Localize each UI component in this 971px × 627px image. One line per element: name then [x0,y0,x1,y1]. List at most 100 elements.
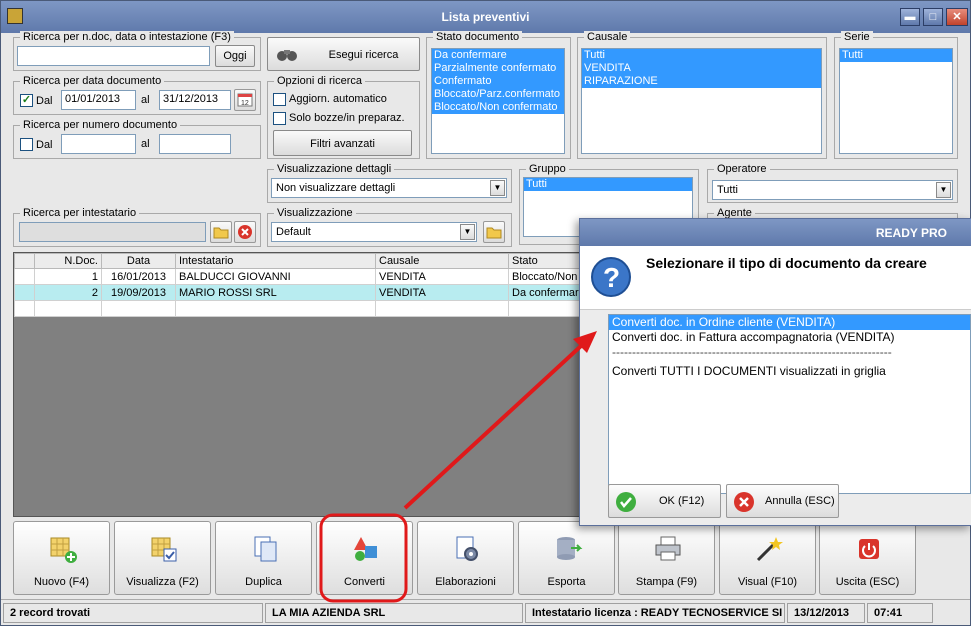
date-from-input[interactable]: 01/01/2013 [61,90,136,110]
visual-button[interactable]: Visual (F10) [719,521,816,595]
svg-text:?: ? [603,262,620,293]
empty-cell [175,300,376,317]
export-button[interactable]: Esporta [518,521,615,595]
status-date: 13/12/2013 [787,603,865,623]
exit-button-label: Uscita (ESC) [835,576,900,588]
database-export-icon [557,537,583,560]
number-from-checkbox[interactable] [20,138,33,151]
cell-stato: Bloccato/Non c [508,268,590,285]
cell-date: 19/09/2013 [101,284,176,301]
new-button-label: Nuovo (F4) [33,576,90,588]
list-item[interactable]: Tutti [524,178,692,191]
number-to-input[interactable] [159,134,231,154]
view-select[interactable]: Default ▼ [271,222,477,242]
cell-ndoc: 1 [34,268,102,285]
today-button[interactable]: Oggi [215,45,255,67]
list-item[interactable]: Tutti [840,49,952,62]
new-button[interactable]: Nuovo (F4) [13,521,110,595]
search-button[interactable]: Esegui ricerca [267,37,420,71]
convert-button[interactable]: Converti [316,521,413,595]
dialog-header: ? Selezionare il tipo di documento da cr… [580,246,971,310]
folder-icon [486,227,502,239]
col-header-intestatario[interactable]: Intestatario [175,253,376,269]
serie-list[interactable]: Tutti [839,48,953,154]
operatore-select[interactable]: Tutti ▼ [712,180,953,200]
maximize-button[interactable]: □ [923,8,943,26]
text-search-input[interactable] [17,46,210,66]
col-header-causale[interactable]: Causale [375,253,509,269]
documents-table: N.Doc. Data Intestatario Causale Stato 1… [14,253,590,317]
duplicate-button[interactable]: Duplica [215,521,312,595]
grid-corner [14,253,35,269]
list-item[interactable]: Bloccato/Non confermato [432,101,564,114]
status-bar: 2 record trovati LA MIA AZIENDA SRL Inte… [1,599,970,625]
cell-date: 16/01/2013 [101,268,176,285]
gear-icon [456,536,478,561]
empty-cell [14,300,35,317]
table-row[interactable]: 2 19/09/2013 MARIO ROSSI SRL VENDITA Da … [14,284,590,301]
table-row[interactable]: 1 16/01/2013 BALDUCCI GIOVANNI VENDITA B… [14,268,590,285]
power-icon [859,539,879,559]
table-row-empty[interactable] [14,300,590,317]
svg-text:12: 12 [241,100,249,107]
intestatario-browse-button[interactable] [210,221,232,243]
main-window: Lista preventivi ▬ □ ✕ Ricerca per n.doc… [0,0,971,626]
view-document-icon [151,537,177,562]
date-from-checkbox[interactable]: ✓ [20,94,33,107]
col-header-ndoc[interactable]: N.Doc. [34,253,102,269]
list-item[interactable]: Da confermare [432,49,564,62]
causale-list[interactable]: Tutti VENDITA RIPARAZIONE [581,48,822,154]
row-indicator [14,268,35,285]
minimize-button[interactable]: ▬ [900,8,920,26]
details-select[interactable]: Non visualizzare dettagli ▼ [271,178,507,198]
text-search-label: Ricerca per n.doc, data o intestazione (… [20,31,234,43]
view-button[interactable]: Visualizza (F2) [114,521,211,595]
cell-causale: VENDITA [375,268,509,285]
intestatario-input[interactable] [19,222,206,242]
col-header-stato[interactable]: Stato [508,253,590,269]
list-item[interactable]: Bloccato/Parz.confermato [432,88,564,101]
status-time: 07:41 [867,603,933,623]
view-folder-button[interactable] [483,221,505,243]
number-from-input[interactable] [61,134,136,154]
auto-update-checkbox[interactable] [273,93,286,106]
operatore-label: Operatore [714,163,770,175]
advanced-filters-button[interactable]: Filtri avanzati [273,130,412,156]
convert-shapes-icon [354,537,377,561]
bottom-toolbar: Nuovo (F4) Visualizza (F2) Duplica Conve… [13,521,953,595]
gruppo-label: Gruppo [526,163,569,175]
status-list[interactable]: Da confermare Parzialmente confermato Conf… [431,48,565,154]
export-button-label: Esporta [547,576,586,588]
cancel-button[interactable]: Annulla (ESC) [726,484,839,518]
close-button[interactable]: ✕ [946,8,968,26]
ok-button[interactable]: OK (F12) [608,484,721,518]
list-item[interactable]: Tutti [582,49,821,62]
list-item[interactable]: RIPARAZIONE [582,75,821,88]
status-license: Intestatario licenza : READY TECNOSERVIC… [525,603,785,623]
list-item[interactable]: VENDITA [582,62,821,75]
document-type-list[interactable]: Converti doc. in Ordine cliente (VENDITA… [608,314,971,494]
list-item[interactable]: Parzialmente confermato [432,62,564,75]
list-item[interactable]: Converti doc. in Fattura accompagnatoria… [609,330,970,345]
drafts-only-checkbox[interactable] [273,112,286,125]
calendar-button[interactable]: 12 [234,89,256,111]
list-item[interactable]: Converti TUTTI I DOCUMENTI visualizzati … [609,364,970,379]
intestatario-clear-button[interactable] [234,221,256,243]
status-label: Stato documento [433,31,523,43]
list-item[interactable]: Confermato [432,75,564,88]
clear-icon [238,225,252,239]
exit-button[interactable]: Uscita (ESC) [819,521,916,595]
intestatario-label: Ricerca per intestatario [20,207,140,219]
date-to-input[interactable]: 31/12/2013 [159,90,231,110]
dialog-question: Selezionare il tipo di documento da crea… [646,255,927,271]
serie-label: Serie [841,31,873,43]
list-item[interactable]: Converti doc. in Ordine cliente (VENDITA… [609,315,970,330]
process-button[interactable]: Elaborazioni [417,521,514,595]
col-header-date[interactable]: Data [101,253,176,269]
details-value: Non visualizzare dettagli [276,182,396,194]
dialog-title: READY PRO [580,219,971,246]
date-from-label: Dal [36,95,53,107]
folder-icon [213,227,229,239]
date-search-label: Ricerca per data documento [20,75,165,87]
print-button[interactable]: Stampa (F9) [618,521,715,595]
